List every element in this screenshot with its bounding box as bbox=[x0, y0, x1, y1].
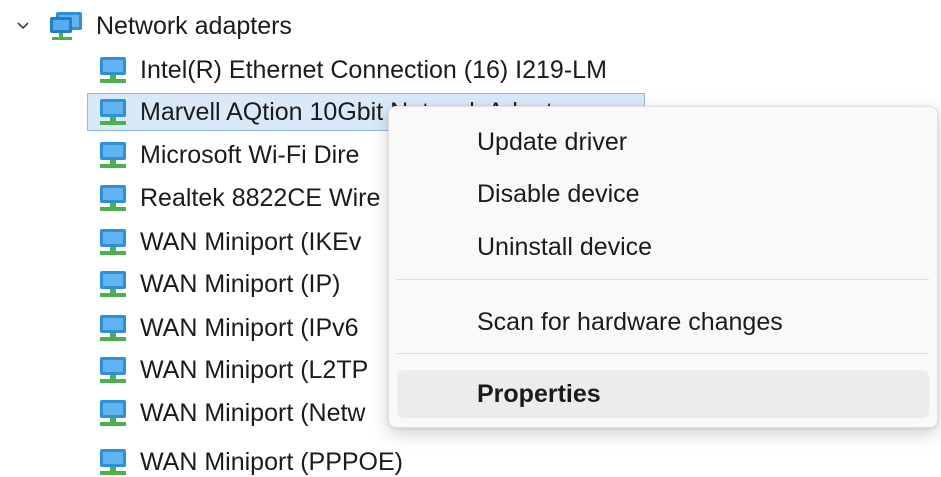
menu-item-properties[interactable]: Properties bbox=[397, 370, 929, 418]
network-adapter-icon bbox=[100, 99, 126, 125]
device-label: Realtek 8822CE Wire bbox=[140, 183, 381, 212]
device-row[interactable]: WAN Miniport (IKEv bbox=[94, 224, 361, 260]
network-adapter-icon bbox=[100, 185, 126, 211]
device-label: Microsoft Wi-Fi Dire bbox=[140, 140, 360, 169]
menu-item-disable-device[interactable]: Disable device bbox=[397, 170, 929, 218]
device-row[interactable]: Realtek 8822CE Wire bbox=[94, 180, 380, 216]
category-network-adapters[interactable]: Network adapters bbox=[12, 8, 292, 44]
menu-item-update-driver[interactable]: Update driver bbox=[397, 118, 929, 166]
menu-separator bbox=[397, 353, 929, 354]
device-row[interactable]: WAN Miniport (Netw bbox=[94, 395, 366, 431]
device-label: WAN Miniport (PPPOE) bbox=[140, 447, 404, 476]
device-label: Intel(R) Ethernet Connection (16) I219-L… bbox=[140, 55, 607, 84]
network-adapter-icon bbox=[100, 357, 126, 383]
network-adapter-icon bbox=[100, 271, 126, 297]
network-adapter-icon bbox=[100, 315, 126, 341]
device-label: WAN Miniport (IPv6 bbox=[140, 313, 359, 342]
device-row[interactable]: WAN Miniport (IP) bbox=[94, 266, 340, 302]
device-row[interactable]: WAN Miniport (IPv6 bbox=[94, 310, 359, 346]
device-label: WAN Miniport (L2TP bbox=[140, 355, 369, 384]
device-label: WAN Miniport (IP) bbox=[140, 269, 341, 298]
device-row[interactable]: Intel(R) Ethernet Connection (16) I219-L… bbox=[94, 52, 607, 88]
category-label: Network adapters bbox=[96, 11, 292, 40]
device-row[interactable]: WAN Miniport (PPPOE) bbox=[94, 436, 403, 476]
network-adapter-icon bbox=[100, 449, 126, 475]
menu-separator bbox=[397, 279, 929, 280]
network-adapter-icon bbox=[50, 12, 82, 40]
network-adapter-icon bbox=[100, 142, 126, 168]
context-menu: Update driver Disable device Uninstall d… bbox=[388, 106, 938, 428]
device-row[interactable]: WAN Miniport (L2TP bbox=[94, 352, 368, 388]
chevron-down-icon[interactable] bbox=[12, 15, 34, 37]
device-label: WAN Miniport (IKEv bbox=[140, 227, 362, 256]
device-row[interactable]: Microsoft Wi-Fi Dire bbox=[94, 137, 359, 173]
device-label: WAN Miniport (Netw bbox=[140, 398, 366, 427]
menu-item-uninstall-device[interactable]: Uninstall device bbox=[397, 223, 929, 271]
network-adapter-icon bbox=[100, 229, 126, 255]
menu-item-scan-hardware[interactable]: Scan for hardware changes bbox=[397, 298, 929, 346]
network-adapter-icon bbox=[100, 400, 126, 426]
network-adapter-icon bbox=[100, 57, 126, 83]
